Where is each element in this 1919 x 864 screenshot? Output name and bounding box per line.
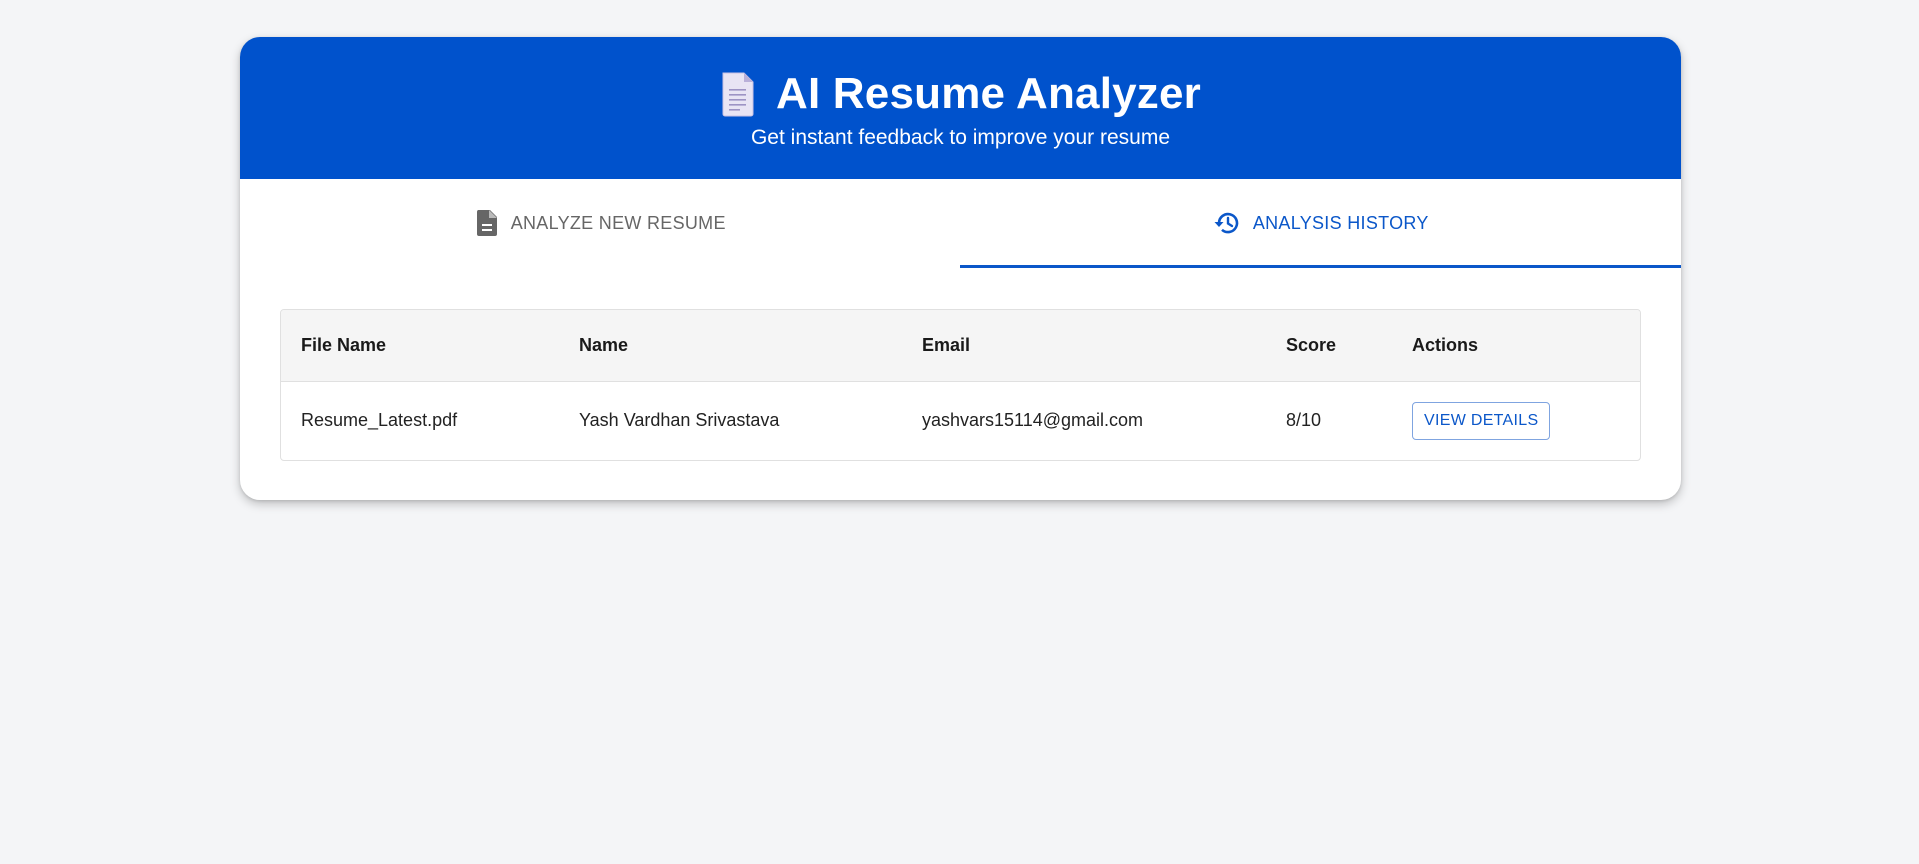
app-header: AI Resume Analyzer Get instant feedback … [240,37,1681,179]
table-header-row: File Name Name Email Score Actions [281,310,1640,381]
document-icon [476,210,497,236]
active-tab-indicator [960,265,1681,268]
column-header-email: Email [922,334,971,355]
cell-actions: VIEW DETAILS [1392,381,1640,460]
page-facing-up-icon [722,72,754,117]
title-row: AI Resume Analyzer [720,69,1201,119]
column-header-file-name: File Name [301,334,387,355]
cell-score: 8/10 [1286,410,1322,431]
cell-name: Yash Vardhan Srivastava [579,410,780,431]
main-card: AI Resume Analyzer Get instant feedback … [240,37,1681,500]
history-icon [1214,212,1239,234]
column-header-score: Score [1286,334,1337,355]
column-header-name: Name [579,334,629,355]
cell-email: yashvars15114@gmail.com [922,410,1144,431]
cell-file-name: Resume_Latest.pdf [301,410,458,431]
tab-bar: ANALYZE NEW RESUME ANALYSIS HISTORY [240,179,1681,269]
view-details-button[interactable]: VIEW DETAILS [1412,401,1551,440]
history-table: File Name Name Email Score Actions Resum… [281,310,1640,460]
tab-label: ANALYSIS HISTORY [1252,212,1429,233]
table-row: Resume_Latest.pdf Yash Vardhan Srivastav… [281,381,1640,460]
app-title: AI Resume Analyzer [775,69,1202,118]
history-table-container: File Name Name Email Score Actions Resum… [280,309,1641,461]
column-header-actions: Actions [1412,334,1479,355]
tab-analyze-new-resume[interactable]: ANALYZE NEW RESUME [240,179,961,267]
app-subtitle: Get instant feedback to improve your res… [750,126,1171,149]
tab-analysis-history[interactable]: ANALYSIS HISTORY [961,179,1682,267]
tab-label: ANALYZE NEW RESUME [510,212,726,233]
